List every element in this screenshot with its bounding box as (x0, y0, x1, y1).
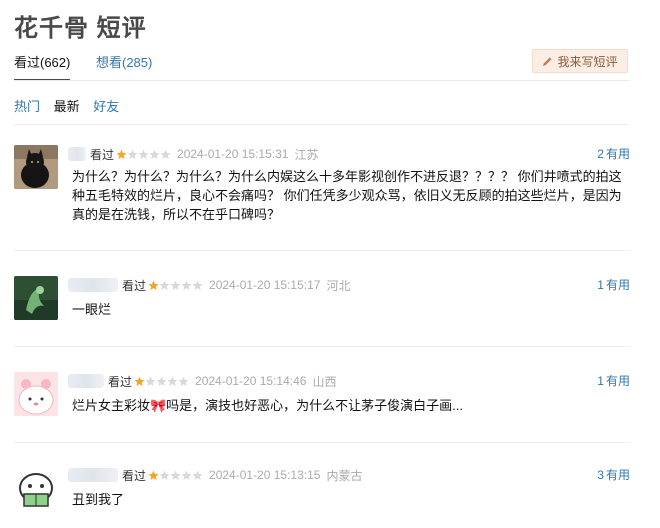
star-filled-icon (148, 280, 159, 290)
watch-status: 看过 (108, 374, 133, 389)
star-empty-icon (138, 149, 149, 159)
star-empty-icon (192, 280, 203, 290)
username-blurred[interactable] (68, 147, 86, 161)
useful-label: 有用 (605, 468, 630, 482)
comment-text: 一眼烂 (72, 302, 112, 317)
star-empty-icon (167, 376, 178, 386)
star-empty-icon (181, 280, 192, 290)
avatar[interactable] (14, 372, 58, 416)
write-review-button[interactable]: 我来写短评 (532, 49, 628, 73)
star-filled-icon (116, 149, 127, 159)
username-blurred[interactable] (68, 278, 118, 292)
star-empty-icon (178, 376, 189, 386)
star-empty-icon (170, 470, 181, 480)
useful-count: 1 (597, 374, 604, 388)
comment-text: 丑到我了 (72, 492, 125, 507)
username-blurred[interactable] (68, 374, 104, 388)
star-empty-icon (159, 280, 170, 290)
comment-item: 看过 2024-01-20 15:15:17 河北 1 有用 一眼烂 (14, 276, 630, 326)
comment-location: 内蒙古 (326, 468, 363, 483)
comment-location: 河北 (326, 278, 351, 293)
username-blurred[interactable] (68, 468, 118, 482)
star-empty-icon (181, 470, 192, 480)
sort-friends[interactable]: 好友 (93, 99, 119, 114)
useful-label: 有用 (605, 278, 630, 292)
tab-watched[interactable]: 看过(662) (14, 52, 71, 81)
pencil-icon (543, 56, 553, 66)
comment-time: 2024-01-20 15:15:31 (177, 147, 289, 161)
useful-count: 3 (597, 468, 604, 482)
star-empty-icon (145, 376, 156, 386)
star-empty-icon (149, 149, 160, 159)
star-empty-icon (159, 470, 170, 480)
comment-location: 山西 (312, 374, 337, 389)
comment-time: 2024-01-20 15:13:15 (209, 468, 321, 482)
comment-time: 2024-01-20 15:14:46 (195, 374, 307, 388)
comment-meta: 看过 2024-01-20 15:15:17 河北 (68, 276, 350, 294)
useful-count: 1 (597, 278, 604, 292)
avatar[interactable] (14, 145, 58, 189)
tab-want-to-watch[interactable]: 想看(285) (96, 52, 152, 79)
rating-stars (116, 149, 171, 160)
comment-meta: 看过 2024-01-20 15:13:15 内蒙古 (68, 466, 362, 484)
rating-stars (148, 470, 203, 481)
sort-divider (14, 124, 630, 125)
useful-vote[interactable]: 3 有用 (597, 466, 630, 483)
star-empty-icon (192, 470, 203, 480)
rating-stars (134, 376, 189, 387)
star-filled-icon (134, 376, 145, 386)
watch-status: 看过 (122, 278, 147, 293)
comment-meta: 看过 2024-01-20 15:15:31 江苏 (68, 145, 318, 163)
star-empty-icon (170, 280, 181, 290)
rating-stars (148, 280, 203, 291)
comment-location: 江苏 (294, 147, 319, 162)
useful-vote[interactable]: 1 有用 (597, 276, 630, 293)
watch-status: 看过 (90, 147, 115, 162)
useful-label: 有用 (605, 374, 630, 388)
comment-item: 看过 2024-01-20 15:13:15 内蒙古 3 有用 丑到我了 (14, 466, 630, 516)
sort-hot[interactable]: 热门 (14, 99, 40, 114)
useful-vote[interactable]: 2 有用 (597, 145, 630, 162)
useful-label: 有用 (605, 147, 630, 161)
comment-divider (14, 250, 630, 251)
comment-text: 烂片女主彩妆🎀吗是，演技也好恶心，为什么不让茅子俊演白子画... (72, 398, 464, 413)
comment-meta: 看过 2024-01-20 15:14:46 山西 (68, 372, 336, 390)
avatar[interactable] (14, 466, 58, 510)
comment-divider (14, 442, 630, 443)
star-empty-icon (160, 149, 171, 159)
star-empty-icon (156, 376, 167, 386)
tabs-divider (14, 80, 630, 81)
star-empty-icon (127, 149, 138, 159)
avatar[interactable] (14, 276, 58, 320)
star-filled-icon (148, 470, 159, 480)
useful-vote[interactable]: 1 有用 (597, 372, 630, 389)
sort-latest[interactable]: 最新 (54, 99, 80, 114)
useful-count: 2 (597, 147, 604, 161)
comment-item: 看过 2024-01-20 15:14:46 山西 1 有用 烂片女主彩妆🎀吗是，… (14, 372, 630, 422)
comment-text: 为什么？为什么？为什么？为什么内娱这么十多年影视创作不进反退？？？？ 你们井喷式… (72, 169, 622, 222)
comment-divider (14, 346, 630, 347)
sort-bar: 热门 最新 好友 (14, 96, 129, 115)
comment-time: 2024-01-20 15:15:17 (209, 278, 321, 292)
watch-status: 看过 (122, 468, 147, 483)
write-review-label: 我来写短评 (557, 54, 618, 69)
page-title: 花千骨 短评 (14, 15, 147, 42)
comment-item: 看过 2024-01-20 15:15:31 江苏 2 有用 为什么？为什么？为什… (14, 145, 630, 245)
